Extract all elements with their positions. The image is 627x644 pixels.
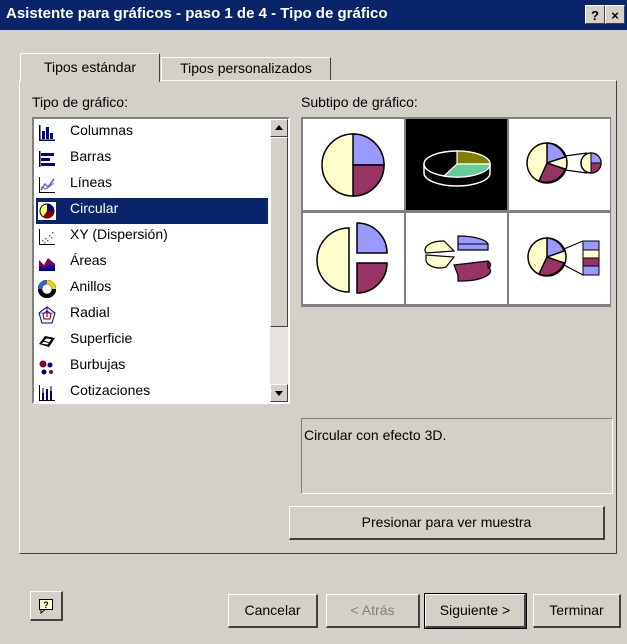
tab-custom-types[interactable]: Tipos personalizados [161, 57, 331, 80]
cancel-button[interactable]: Cancelar [228, 594, 318, 628]
tab-custom-types-label: Tipos personalizados [180, 60, 312, 76]
subtype-bar-of-pie[interactable] [509, 213, 610, 304]
pie-chart-icon [38, 202, 56, 220]
help-button[interactable]: ? [30, 591, 63, 621]
list-item-radar[interactable]: Radial [36, 302, 268, 328]
question-icon: ? [591, 8, 599, 23]
close-button[interactable]: × [605, 5, 625, 24]
list-item-columns[interactable]: Columnas [36, 120, 268, 146]
list-item-label: Áreas [70, 252, 107, 268]
list-item-label: Circular [68, 200, 121, 216]
chart-description-text: Circular con efecto 3D. [304, 427, 447, 443]
arrow-down-icon [275, 391, 283, 396]
back-button[interactable]: < Atrás [326, 594, 420, 628]
area-chart-icon [39, 258, 55, 271]
bar-chart-icon [39, 151, 55, 167]
bubble-chart-icon [39, 360, 53, 375]
subtype-pie-3d[interactable] [406, 119, 507, 210]
pie-3d-subtype-icon [423, 150, 491, 187]
cancel-button-label: Cancelar [244, 602, 301, 618]
finish-button-label: Terminar [549, 602, 604, 618]
arrow-up-icon [275, 125, 283, 130]
list-item-label: XY (Dispersión) [70, 226, 168, 242]
list-item-areas[interactable]: Áreas [36, 250, 268, 276]
back-button-label: < Atrás [350, 602, 395, 618]
pie-of-pie-subtype-icon [526, 142, 602, 184]
list-item-label: Barras [70, 148, 112, 164]
bar-of-pie-subtype-icon [527, 237, 600, 277]
list-item-label: Anillos [70, 278, 112, 294]
chart-subtype-grid [301, 117, 611, 307]
list-item-label: Cotizaciones [70, 382, 151, 398]
svg-text:?: ? [43, 600, 49, 610]
list-item-label: Superficie [70, 330, 133, 346]
scroll-up-button[interactable] [270, 119, 288, 137]
help-title-button[interactable]: ? [585, 5, 605, 24]
pie-subtype-icon [321, 133, 385, 197]
tab-standard-types[interactable]: Tipos estándar [20, 53, 160, 82]
list-scrollbar[interactable] [270, 119, 288, 402]
list-item-lines[interactable]: Líneas [36, 172, 268, 198]
surface-chart-icon [39, 336, 55, 347]
help-icon: ? [39, 599, 53, 615]
next-button[interactable]: Siguiente > [424, 593, 527, 629]
next-button-label: Siguiente > [439, 602, 511, 618]
finish-button[interactable]: Terminar [533, 594, 621, 628]
subtype-exploded-pie[interactable] [303, 213, 404, 304]
title-bar: Asistente para gráficos - paso 1 de 4 - … [0, 0, 627, 30]
list-item-doughnut[interactable]: Anillos [36, 276, 268, 302]
list-item-scatter[interactable]: XY (Dispersión) [36, 224, 268, 250]
line-chart-icon [39, 177, 55, 193]
stock-chart-icon [39, 385, 55, 401]
list-item-pie[interactable]: Circular [36, 198, 268, 224]
exploded-pie-subtype-icon [316, 222, 388, 294]
scroll-down-button[interactable] [270, 384, 288, 402]
window-title: Asistente para gráficos - paso 1 de 4 - … [6, 5, 388, 22]
chart-type-list[interactable]: Columnas Barras Líneas Circular XY (Disp… [32, 117, 290, 404]
list-item-bubbles[interactable]: Burbujas [36, 354, 268, 380]
list-item-label: Radial [70, 304, 110, 320]
column-chart-icon [39, 125, 55, 141]
scroll-thumb[interactable] [270, 137, 288, 327]
list-item-bars[interactable]: Barras [36, 146, 268, 172]
list-item-surface[interactable]: Superficie [36, 328, 268, 354]
radar-chart-icon [38, 306, 56, 324]
subtype-pie[interactable] [303, 119, 404, 210]
preview-button[interactable]: Presionar para ver muestra [289, 506, 605, 540]
close-icon: × [611, 8, 619, 23]
tab-standard-types-label: Tipos estándar [43, 59, 137, 75]
chart-type-label: Tipo de gráfico: [32, 94, 128, 110]
preview-button-label: Presionar para ver muestra [361, 514, 532, 530]
subtype-exploded-pie-3d[interactable] [406, 213, 507, 304]
chart-description-box: Circular con efecto 3D. [301, 418, 613, 494]
list-item-label: Líneas [70, 174, 113, 190]
list-item-label: Columnas [70, 122, 134, 138]
subtype-pie-of-pie[interactable] [509, 119, 610, 210]
doughnut-chart-icon [38, 280, 56, 298]
chart-subtype-label: Subtipo de gráfico: [301, 94, 418, 110]
exploded-pie-3d-subtype-icon [424, 235, 492, 282]
list-item-label: Burbujas [70, 356, 126, 372]
list-item-stock[interactable]: Cotizaciones [36, 380, 268, 402]
scatter-chart-icon [39, 229, 55, 245]
